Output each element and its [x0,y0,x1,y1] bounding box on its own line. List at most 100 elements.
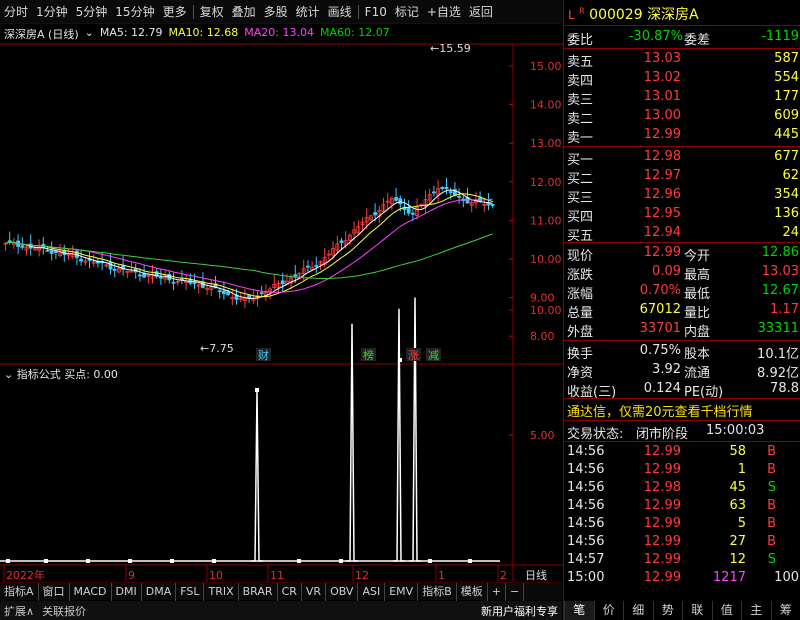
quote-tab[interactable]: 值 [711,601,742,620]
event-marker: 涨 [408,349,419,362]
event-marker: 财 [258,348,269,362]
indicator-tab[interactable]: BRAR [239,582,278,601]
candle-body [45,249,50,252]
quote-tab[interactable]: 筹 [770,601,800,620]
quote-cell: 买四 [567,210,594,225]
quote-cell: 卖三 [567,93,594,108]
bid-row: 买三 12.96 354 [564,186,800,206]
quote-cell: 609 [774,108,799,123]
quote-tab[interactable]: 主 [741,601,771,620]
candle-body [305,265,310,268]
quote-cell: 涨跌 [567,268,594,283]
candle-body [339,240,344,244]
candle-body [79,258,83,262]
date-label: 11 [270,569,284,582]
promo-banner[interactable]: 通达信，仅需20元查看千档行情 [567,401,753,420]
date-label: 10 [209,569,223,582]
price-tick-label: 15.00 [530,60,562,73]
quote-tab[interactable]: 势 [652,601,683,620]
quote-tab[interactable]: 价 [593,601,624,620]
quote-panel: L R 000029 深深房A 委比 -30.87% 委差 -1119 卖五 13.03 58… [563,0,800,620]
quote-cell: 3.92 [652,362,681,377]
quote-cell: 10.1亿 [757,347,799,362]
indicator-dot [339,559,343,563]
quote-cell: 33311 [757,321,799,336]
quote-cell: B [767,462,776,477]
indicator-dot [212,559,216,563]
date-label: 2 [500,569,507,582]
indicator-tab[interactable]: 模板 [457,582,488,601]
quote-tab[interactable]: 细 [623,601,653,620]
quote-cell: 12.94 [643,225,681,240]
indicator-dot [170,559,174,563]
candle-body [137,274,142,277]
stat-row: 总量 67012 量比 1.17 [564,301,800,321]
tick-row: 14:56 12.99 27 B [564,533,800,552]
candle-body [217,290,222,293]
expand-button[interactable]: 扩展∧ [4,603,34,619]
indicator-title[interactable]: 指标公式 [17,368,61,381]
quote-cell: 58 [729,444,746,459]
indicator-tab[interactable]: FSL [176,582,205,601]
promo-link[interactable]: 新用户福利专享 [481,603,562,619]
indicator-tab[interactable]: 窗口 [39,582,70,601]
indicator-tab[interactable]: + [488,582,506,601]
indicator-tab[interactable]: CR [278,582,302,601]
quote-tab[interactable]: 笔 [564,601,594,620]
quote-cell: B [767,444,776,459]
candle-body [171,281,176,284]
related-quote-button[interactable]: 关联报价 [42,603,86,619]
ask-row: 卖五 13.03 587 [564,50,800,70]
indicator-tab[interactable]: OBV [326,582,359,601]
quote-cell: 0.70% [639,283,681,298]
quote-cell: 12.98 [643,480,681,495]
event-marker: 减 [428,349,439,362]
indicator-tab[interactable]: MACD [70,582,112,601]
indicator-tab[interactable]: EMV [385,582,419,601]
indicator-tabs: 指标A 窗口 MACD DMI DMA FSL TRIX BRAR CR VR OBV ASI EMV 指… [0,582,562,601]
quote-cell: 12.95 [643,206,681,221]
chevron-down-icon[interactable]: ⌄ [4,368,13,381]
quote-cell: 量比 [684,306,711,321]
quote-tab[interactable]: 联 [682,601,712,620]
bid-row: 买一 12.98 677 [564,148,800,168]
candle-body [431,191,436,194]
high-price-label: ←15.59 [430,42,471,55]
price-tick-label: 13.00 [530,137,562,150]
indicator-tab[interactable]: ASI [358,582,386,601]
quote-cell: -30.87% [628,29,683,44]
stock-code: 000029 [589,7,643,23]
indicator-tab[interactable]: DMA [142,582,177,601]
candle-body [226,291,231,296]
quote-cell: 45 [729,480,746,495]
bid-row: 买四 12.95 136 [564,205,800,225]
quote-cell: 今开 [684,249,711,264]
ind-tick-label: 5.00 [530,429,555,442]
candle-body [373,212,378,216]
divider [564,398,800,399]
quote-cell: 12.99 [643,534,681,549]
indicator-tab[interactable]: DMI [112,582,142,601]
candle-body [410,212,415,215]
quote-cell: 股本 [684,347,711,362]
quote-cell: 78.8 [770,381,799,396]
indicator-tab[interactable]: − [506,582,525,601]
quote-cell: 委比 [567,33,594,48]
indicator-tab[interactable]: 指标B [418,582,457,601]
quote-cell: 13.00 [643,108,681,123]
ask-row: 卖三 13.01 177 [564,88,800,108]
quote-cell: 354 [774,187,799,202]
quote-cell: 最低 [684,287,711,302]
divider [564,441,800,442]
ask-row: 卖一 12.99 445 [564,126,800,146]
tick-row: 14:56 12.99 5 B [564,515,800,534]
indicator-dot [128,559,132,563]
quote-cell: 1.17 [770,302,799,317]
indicator-tab[interactable]: TRIX [204,582,239,601]
kline-chart[interactable]: 15.0014.0013.0012.0011.0010.009.008.00 1… [0,0,563,582]
quote-cell: 554 [774,70,799,85]
quote-tabs: 笔价细势联值主筹 [564,601,800,620]
indicator-tab[interactable]: VR [302,582,327,601]
indicator-tab[interactable]: 指标A [0,582,39,601]
quote-cell: 12.96 [643,187,681,202]
